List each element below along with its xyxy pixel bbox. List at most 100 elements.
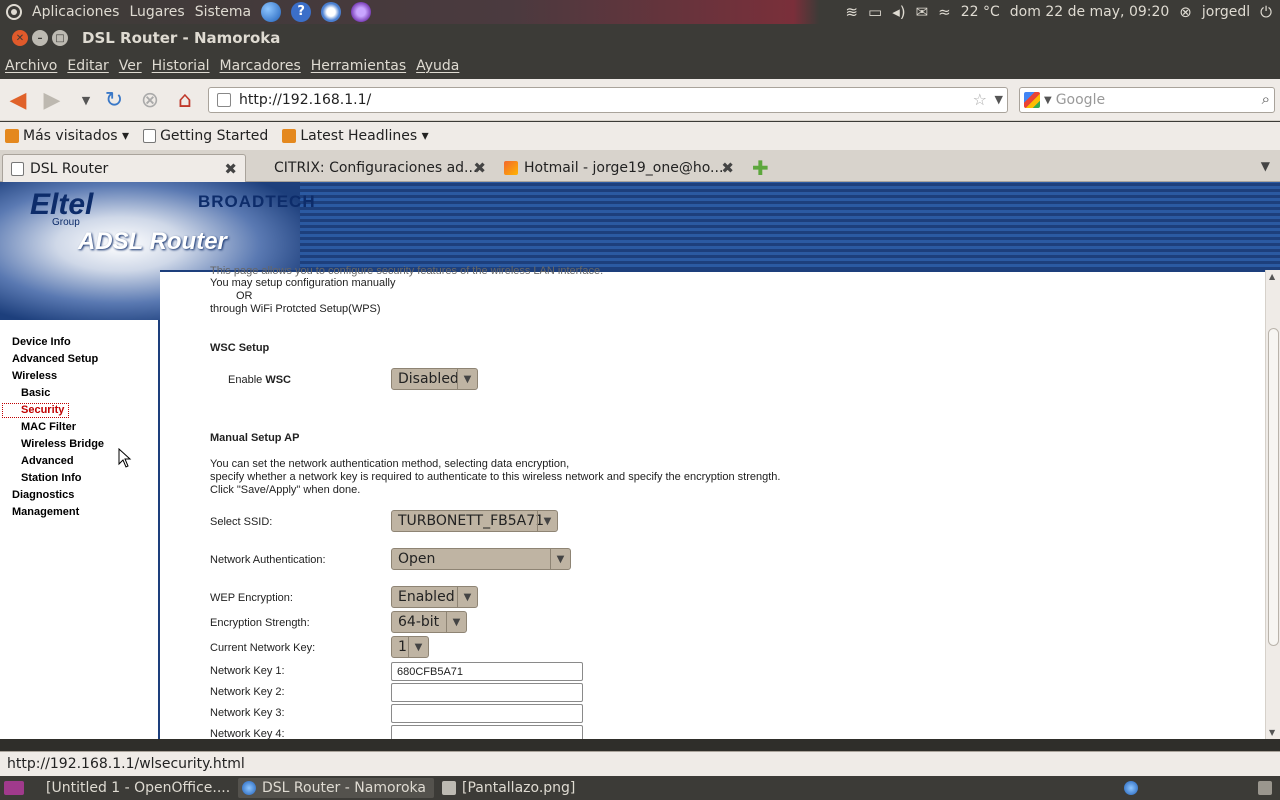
reload-icon[interactable]: ↻ <box>102 88 126 113</box>
taskbar-item-browser[interactable]: DSL Router - Namoroka <box>238 778 434 798</box>
ubuntu-logo-icon[interactable] <box>6 4 22 20</box>
window-maximize-button[interactable]: □ <box>52 30 68 46</box>
sidebar-item-basic[interactable]: Basic <box>21 387 50 399</box>
clock[interactable]: dom 22 de may, 09:20 <box>1010 4 1170 20</box>
network-key-1-input[interactable] <box>391 662 583 681</box>
network-auth-select[interactable]: Open ▼ <box>391 548 571 570</box>
select-value: Open <box>398 551 436 567</box>
menu-marcadores[interactable]: Marcadores <box>220 58 301 74</box>
taskbar-item-openoffice[interactable]: [Untitled 1 - OpenOffice.... <box>36 778 232 798</box>
sidebar-item-advanced[interactable]: Advanced <box>21 455 74 467</box>
menu-editar[interactable]: Editar <box>67 58 108 74</box>
network-key-2-label: Network Key 2: <box>210 686 285 698</box>
select-ssid-dropdown[interactable]: TURBONETT_FB5A71 ▼ <box>391 510 558 532</box>
url-text[interactable]: http://192.168.1.1/ <box>239 92 371 108</box>
new-tab-plus-icon[interactable]: ✚ <box>752 156 769 180</box>
trash-icon <box>1258 781 1272 795</box>
pidgin-launcher-icon[interactable] <box>351 2 372 22</box>
sidebar-item-wireless-bridge[interactable]: Wireless Bridge <box>21 438 104 450</box>
search-engine-dropdown-icon[interactable]: ▼ <box>1044 95 1052 106</box>
menu-historial[interactable]: Historial <box>152 58 210 74</box>
system-top-panel: Aplicaciones Lugares Sistema ? ≋ ▭ ◂) ✉ … <box>0 0 1280 24</box>
enable-wsc-select[interactable]: Disabled ▼ <box>391 368 478 390</box>
encryption-strength-select[interactable]: 64-bit ▼ <box>391 611 467 633</box>
bookmark-most-visited[interactable]: Más visitados ▾ <box>5 128 129 144</box>
chevron-down-icon: ▼ <box>537 511 557 531</box>
taskbar-item-screenshot[interactable]: [Pantallazo.png] <box>438 778 634 798</box>
menu-ayuda[interactable]: Ayuda <box>416 58 459 74</box>
menu-archivo[interactable]: Archivo <box>5 58 57 74</box>
sidebar-item-mac-filter[interactable]: MAC Filter <box>21 421 76 433</box>
content-scrollbar[interactable]: ▲ ▼ <box>1265 270 1280 739</box>
panel-menu-applications[interactable]: Aplicaciones <box>32 4 119 20</box>
sidebar-item-diagnostics[interactable]: Diagnostics <box>12 489 74 501</box>
taskbar-label: DSL Router - Namoroka <box>262 780 426 796</box>
google-engine-icon[interactable] <box>1024 92 1040 108</box>
bookmark-label: Getting Started <box>160 128 269 144</box>
panel-menu-system[interactable]: Sistema <box>195 4 251 20</box>
power-icon[interactable]: ⏻ <box>1260 3 1272 21</box>
sidebar-item-security[interactable]: Security <box>2 403 70 418</box>
search-bar[interactable]: ▼ ⌕ <box>1019 87 1275 113</box>
tab-list-dropdown-icon[interactable]: ▼ <box>1261 159 1270 173</box>
tab-dsl-router[interactable]: DSL Router ✖ <box>2 154 246 182</box>
network-key-2-input[interactable] <box>391 683 583 702</box>
back-arrow-icon[interactable]: ◀ <box>6 88 30 113</box>
network-key-3-input[interactable] <box>391 704 583 723</box>
panel-menu-places[interactable]: Lugares <box>129 4 184 20</box>
window-bottom-border <box>0 739 1280 751</box>
temperature-readout[interactable]: 22 °C <box>961 4 1000 20</box>
tab-close-icon[interactable]: ✖ <box>224 160 237 178</box>
menu-herramientas[interactable]: Herramientas <box>311 58 406 74</box>
brand-group-text: Group <box>52 217 80 228</box>
network-key-4-input[interactable] <box>391 725 583 739</box>
current-network-key-select[interactable]: 1 ▼ <box>391 636 429 658</box>
url-bar[interactable]: http://192.168.1.1/ ☆ ▼ <box>208 87 1008 113</box>
wifi-icon[interactable]: ≋ <box>845 3 858 21</box>
battery-icon[interactable]: ▭ <box>868 3 882 21</box>
scroll-up-icon[interactable]: ▲ <box>1269 272 1275 281</box>
firefox-launcher-icon[interactable] <box>261 2 282 22</box>
forward-arrow-icon[interactable]: ▶ <box>40 88 64 113</box>
tab-citrix[interactable]: CITRIX: Configuraciones ad... ✖ <box>248 154 494 182</box>
tab-close-icon[interactable]: ✖ <box>473 159 486 177</box>
user-name[interactable]: jorgedl <box>1202 4 1250 20</box>
window-titlebar: ✕ – □ DSL Router - Namoroka <box>0 24 1280 52</box>
wep-encryption-label: WEP Encryption: <box>210 592 293 604</box>
chevron-down-icon: ▼ <box>446 612 466 632</box>
window-close-button[interactable]: ✕ <box>12 30 28 46</box>
volume-icon[interactable]: ◂) <box>892 3 905 21</box>
sidebar-item-advanced-setup[interactable]: Advanced Setup <box>12 353 98 365</box>
wep-encryption-select[interactable]: Enabled ▼ <box>391 586 478 608</box>
trash-button[interactable] <box>1254 778 1276 798</box>
url-dropdown-icon[interactable]: ▼ <box>995 93 1003 106</box>
show-desktop-button[interactable] <box>0 778 28 798</box>
sidebar-item-device-info[interactable]: Device Info <box>12 336 71 348</box>
tab-hotmail[interactable]: Hotmail - jorge19_one@ho... ✖ <box>496 154 742 182</box>
sidebar-item-wireless[interactable]: Wireless <box>12 370 57 382</box>
mail-icon[interactable]: ✉ <box>916 3 929 21</box>
home-icon[interactable]: ⌂ <box>173 88 197 113</box>
stop-icon[interactable]: ⊗ <box>138 88 162 113</box>
user-status-icon: ⊗ <box>1179 3 1192 21</box>
history-dropdown-icon[interactable]: ▼ <box>74 88 98 112</box>
manual-desc-line-1: You can set the network authentication m… <box>210 458 570 470</box>
bookmark-getting-started[interactable]: Getting Started <box>143 128 268 144</box>
window-minimize-button[interactable]: – <box>32 30 48 46</box>
sidebar-item-station-info[interactable]: Station Info <box>21 472 82 484</box>
bookmark-label: Más visitados ▾ <box>23 128 130 144</box>
help-launcher-icon[interactable]: ? <box>291 2 312 22</box>
scroll-down-icon[interactable]: ▼ <box>1269 728 1275 737</box>
site-identity-icon[interactable] <box>217 93 231 107</box>
product-name: ADSL Router <box>78 228 227 255</box>
bookmark-star-icon[interactable]: ☆ <box>973 90 987 109</box>
bookmark-latest-headlines[interactable]: Latest Headlines ▾ <box>282 128 429 144</box>
search-magnifier-icon[interactable]: ⌕ <box>1262 90 1270 108</box>
search-input[interactable] <box>1055 92 1246 108</box>
workspace-switcher[interactable] <box>1120 778 1142 798</box>
chat-launcher-icon[interactable] <box>321 2 342 22</box>
scrollbar-thumb[interactable] <box>1268 328 1279 646</box>
tab-close-icon[interactable]: ✖ <box>721 159 734 177</box>
sidebar-item-management[interactable]: Management <box>12 506 79 518</box>
menu-ver[interactable]: Ver <box>119 58 142 74</box>
